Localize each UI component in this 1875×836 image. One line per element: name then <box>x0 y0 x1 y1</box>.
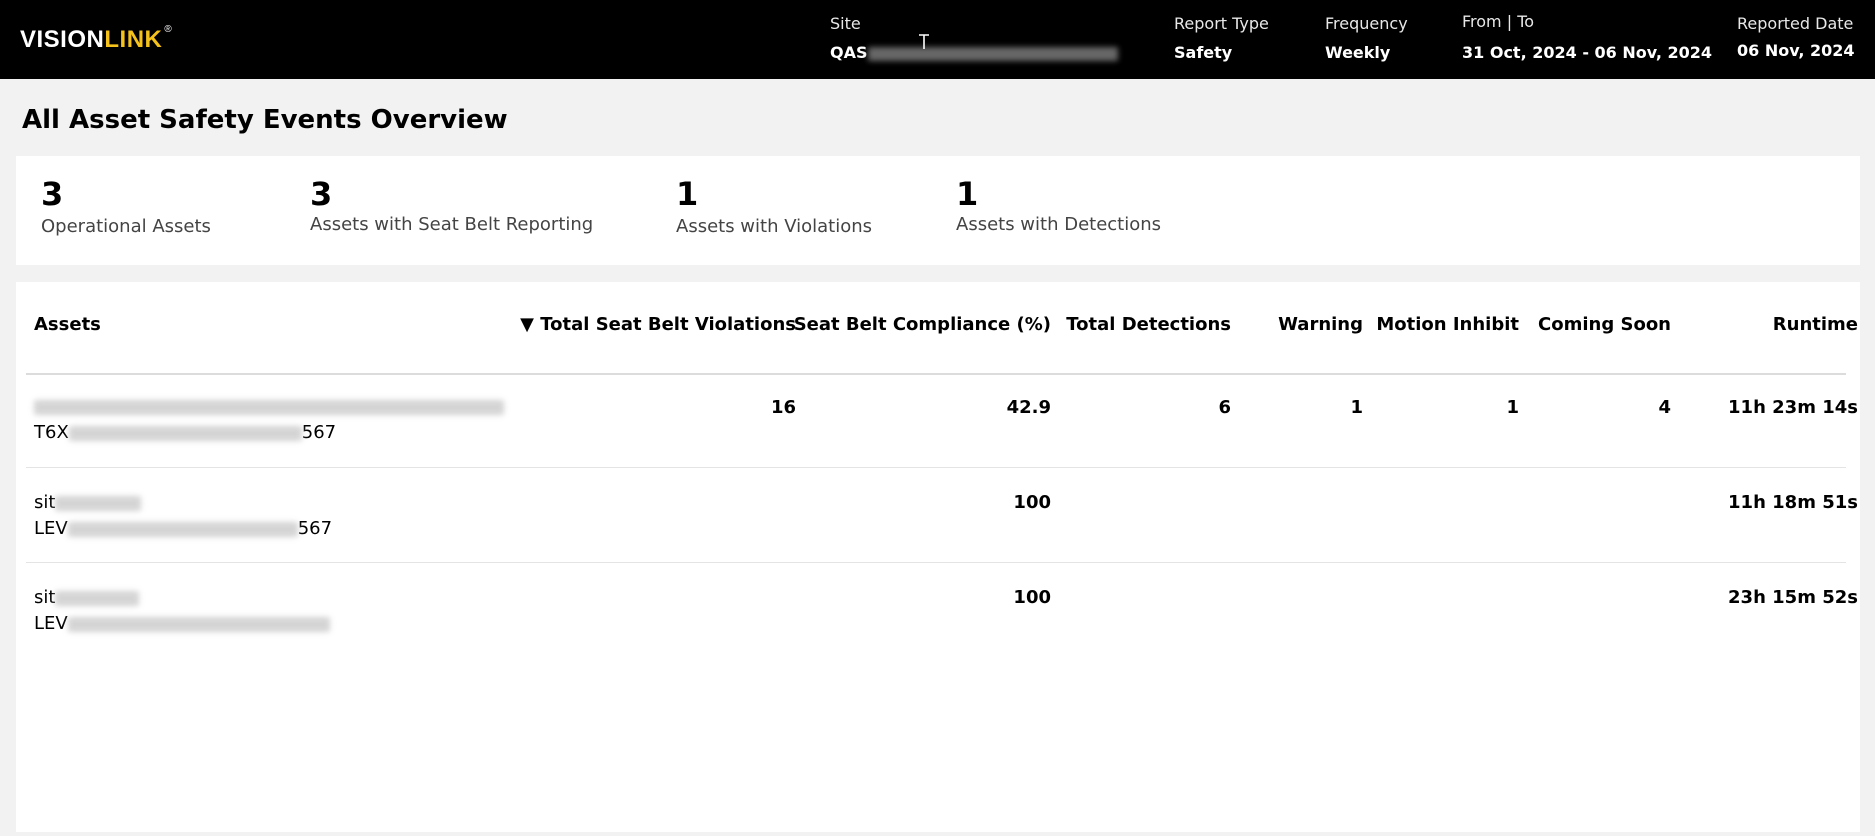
asset-name-line1: sit <box>34 492 332 513</box>
asset-name-line2: T6X 567 <box>34 422 504 443</box>
coming-soon-cell: 4 <box>1658 397 1671 418</box>
stat-operational-assets: 3 Operational Assets <box>41 176 211 237</box>
asset-cell[interactable]: sit LEV <box>34 587 330 634</box>
asset-id-prefix: T6X <box>34 422 69 443</box>
report-header: VISIONLINK ® Site QAS Report Type Safety … <box>0 0 1875 79</box>
frequency-value: Weekly <box>1325 43 1391 62</box>
asset-name-redacted <box>34 399 504 415</box>
runtime-cell: 11h 23m 14s <box>1728 397 1858 418</box>
asset-id-redacted <box>68 425 302 441</box>
site-value-prefix: QAS <box>830 43 868 62</box>
logo-text-link: LINK <box>104 26 163 53</box>
warning-cell: 1 <box>1350 397 1363 418</box>
stat-assets-with-detections: 1 Assets with Detections <box>956 176 1161 235</box>
asset-id-suffix: 567 <box>297 518 333 539</box>
row-divider <box>26 467 1846 468</box>
column-header-motion-inhibit[interactable]: Motion Inhibit <box>1376 314 1519 335</box>
asset-events-table: Assets ▼ Total Seat Belt Violations Seat… <box>16 282 1860 832</box>
frequency-field: Frequency Weekly <box>1325 14 1408 62</box>
column-header-total-detections[interactable]: Total Detections <box>1066 314 1231 335</box>
column-header-assets[interactable]: Assets <box>34 314 101 335</box>
site-label: Site <box>830 14 861 33</box>
column-header-total-violations[interactable]: ▼ Total Seat Belt Violations <box>520 314 796 335</box>
report-type-value: Safety <box>1174 43 1233 62</box>
frequency-label: Frequency <box>1325 14 1408 33</box>
asset-id-prefix: LEV <box>34 613 68 634</box>
asset-cell[interactable]: T6X 567 <box>34 396 504 443</box>
from-to-field: From | To 31 Oct, 2024 - 06 Nov, 2024 <box>1462 12 1712 62</box>
asset-name-line1: sit <box>34 587 330 608</box>
compliance-cell: 100 <box>1013 492 1051 513</box>
report-type-field: Report Type Safety <box>1174 14 1269 62</box>
site-field: Site QAS <box>830 14 1118 62</box>
asset-id-redacted <box>67 521 298 537</box>
stat-label: Assets with Seat Belt Reporting <box>310 214 594 235</box>
compliance-cell: 42.9 <box>1006 397 1051 418</box>
logo-text-vision: VISION <box>20 26 105 53</box>
site-value: QAS <box>830 43 1118 62</box>
stat-value: 3 <box>310 175 333 213</box>
column-header-warning[interactable]: Warning <box>1278 314 1363 335</box>
column-header-coming-soon[interactable]: Coming Soon <box>1538 314 1671 335</box>
stat-value: 1 <box>676 175 699 213</box>
column-header-runtime[interactable]: Runtime <box>1773 314 1858 335</box>
row-divider <box>26 562 1846 563</box>
column-header-compliance[interactable]: Seat Belt Compliance (%) <box>794 314 1051 335</box>
asset-id-prefix: LEV <box>34 518 68 539</box>
page-title: All Asset Safety Events Overview <box>22 105 508 135</box>
from-to-label: From | To <box>1462 12 1535 31</box>
stat-value: 3 <box>41 175 64 213</box>
runtime-cell: 23h 15m 52s <box>1728 587 1858 608</box>
from-to-value: 31 Oct, 2024 - 06 Nov, 2024 <box>1462 43 1713 62</box>
stat-label: Operational Assets <box>41 216 211 237</box>
reported-date-field: Reported Date 06 Nov, 2024 <box>1737 14 1855 60</box>
summary-card: 3 Operational Assets 3 Assets with Seat … <box>16 156 1860 265</box>
runtime-cell: 11h 18m 51s <box>1728 492 1858 513</box>
asset-name-line1 <box>34 396 504 417</box>
stat-assets-with-violations: 1 Assets with Violations <box>676 176 872 237</box>
asset-name-line2: LEV 567 <box>34 518 332 539</box>
reported-date-label: Reported Date <box>1737 14 1854 33</box>
header-divider <box>26 373 1846 375</box>
asset-name-prefix: sit <box>34 492 56 513</box>
asset-cell[interactable]: sit LEV 567 <box>34 492 332 539</box>
asset-name-redacted <box>55 590 140 606</box>
logo-registered-mark: ® <box>164 24 173 35</box>
site-value-redacted <box>867 46 1118 61</box>
stat-label: Assets with Violations <box>676 216 873 237</box>
motion-inhibit-cell: 1 <box>1506 397 1519 418</box>
compliance-cell: 100 <box>1013 587 1051 608</box>
violations-cell: 16 <box>770 397 796 418</box>
report-type-label: Report Type <box>1174 14 1269 33</box>
asset-id-redacted <box>67 616 330 632</box>
asset-name-redacted <box>55 495 142 511</box>
asset-name-line2: LEV <box>34 613 330 634</box>
visionlink-logo: VISIONLINK ® <box>20 24 173 54</box>
asset-name-prefix: sit <box>34 587 56 608</box>
text-cursor-icon <box>919 34 929 49</box>
stat-seat-belt-reporting: 3 Assets with Seat Belt Reporting <box>310 176 593 235</box>
reported-date-value: 06 Nov, 2024 <box>1737 41 1855 60</box>
asset-id-suffix: 567 <box>301 422 337 443</box>
stat-label: Assets with Detections <box>956 214 1162 235</box>
detections-cell: 6 <box>1218 397 1231 418</box>
stat-value: 1 <box>956 175 979 213</box>
